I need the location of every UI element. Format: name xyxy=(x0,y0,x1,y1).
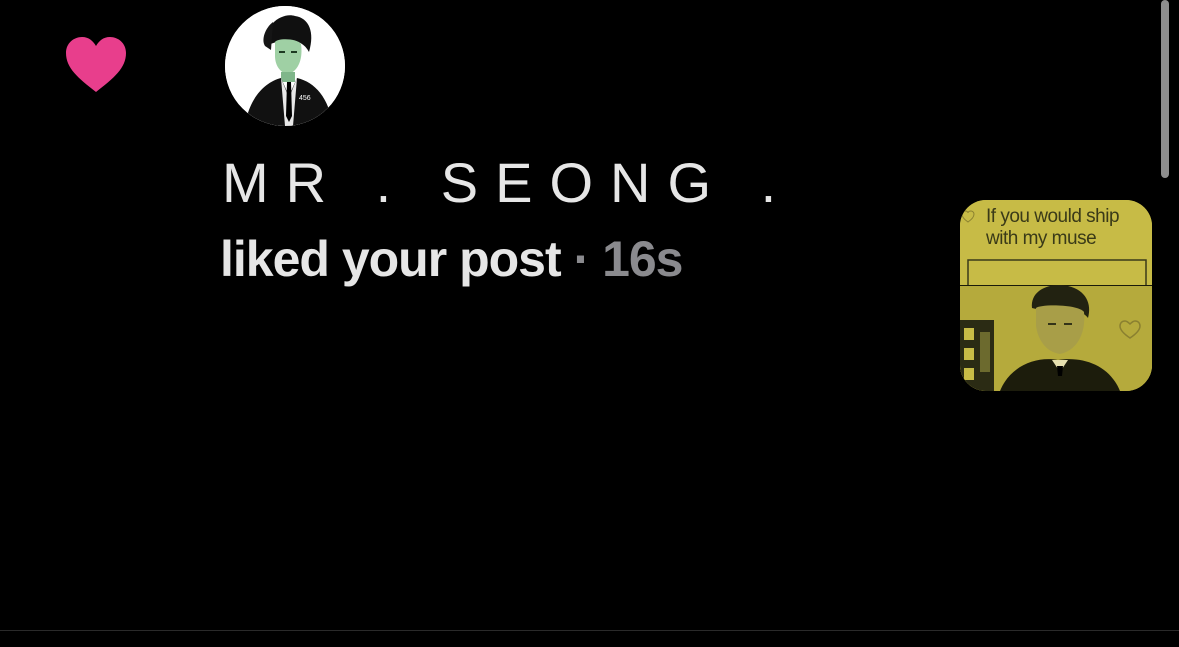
like-notification[interactable]: 456 MR . SEONG . liked your post · 16s I… xyxy=(0,0,1179,630)
svg-text:456: 456 xyxy=(299,95,311,102)
heart-icon xyxy=(66,37,126,92)
avatar-image: 456 xyxy=(225,6,345,126)
post-caption: If you would ship with my muse xyxy=(986,206,1120,249)
notification-text: liked your post · 16s xyxy=(220,230,684,288)
username[interactable]: MR . SEONG . xyxy=(222,150,793,215)
scrollbar[interactable] xyxy=(1161,0,1169,178)
timestamp: 16s xyxy=(602,231,683,287)
divider xyxy=(0,630,1179,631)
avatar[interactable]: 456 xyxy=(225,6,345,126)
separator-dot: · xyxy=(560,231,603,287)
post-thumbnail[interactable]: If you would ship with my muse xyxy=(960,200,1152,391)
action-text: liked your post xyxy=(220,231,562,287)
